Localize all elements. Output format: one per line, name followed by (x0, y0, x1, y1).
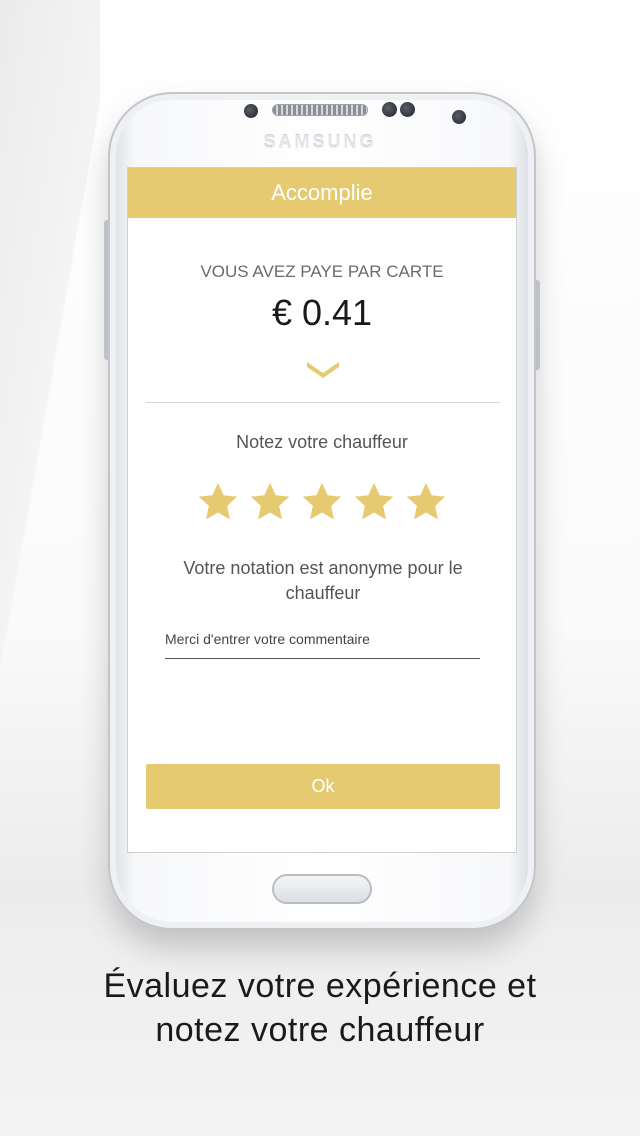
anonymous-note: Votre notation est anonyme pour le chauf… (183, 558, 463, 603)
star-rating[interactable] (128, 480, 516, 529)
promo-caption: Évaluez votre expérience et notez votre … (0, 964, 640, 1052)
chevron-down-icon[interactable] (305, 358, 341, 378)
star-icon[interactable] (404, 480, 448, 524)
divider (146, 402, 500, 403)
proximity-sensor (244, 104, 258, 118)
comment-input[interactable] (165, 624, 480, 659)
brand-logo: SAMSUNG (263, 132, 377, 152)
rating-label: Notez votre chauffeur (236, 432, 408, 452)
caption-line-2: notez votre chauffeur (155, 1011, 485, 1049)
app-screen: Accomplie VOUS AVEZ PAYE PAR CARTE € 0.4… (127, 167, 517, 853)
home-button (272, 874, 372, 904)
caption-line-1: Évaluez votre expérience et (103, 967, 537, 1005)
amount-value: € 0.41 (271, 292, 373, 333)
star-icon[interactable] (248, 480, 292, 524)
payment-method-label: VOUS AVEZ PAYE PAR CARTE (200, 262, 444, 281)
earpiece-speaker (272, 104, 368, 116)
sensor-dot (400, 102, 415, 117)
front-camera (452, 110, 466, 124)
star-icon[interactable] (196, 480, 240, 524)
star-icon[interactable] (300, 480, 344, 524)
ok-button[interactable]: Ok (146, 764, 500, 809)
page-title: Accomplie (128, 168, 516, 218)
background-stripe (0, 0, 100, 760)
star-icon[interactable] (352, 480, 396, 524)
sensor-dot (382, 102, 397, 117)
